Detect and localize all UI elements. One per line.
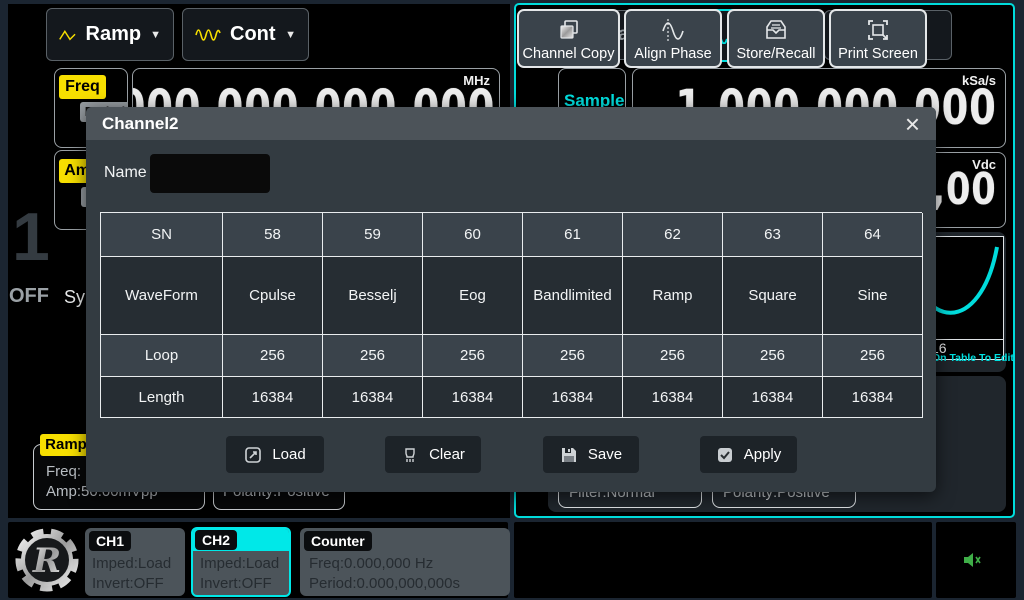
table-cell[interactable]: Eog <box>423 257 523 335</box>
store-recall-icon <box>763 17 789 43</box>
ramp-freq-line: Freq: <box>46 463 81 480</box>
ch2-badge: CH2 <box>195 530 237 550</box>
align-phase-icon <box>659 17 687 43</box>
copy-icon <box>556 17 582 43</box>
chevron-down-icon: ▼ <box>285 29 296 41</box>
apply-label: Apply <box>744 446 782 463</box>
ch1-badge: CH1 <box>89 531 131 551</box>
counter-period: Period:0.000,000,000s <box>309 575 460 592</box>
table-cell[interactable]: 61 <box>523 213 623 257</box>
chevron-down-icon: ▼ <box>150 29 161 41</box>
channel-copy-label: Channel Copy <box>523 46 615 62</box>
table-cell[interactable]: 58 <box>223 213 323 257</box>
clear-label: Clear <box>429 446 465 463</box>
ch2-imped: Imped:Load <box>200 555 279 572</box>
table-cell[interactable]: 256 <box>423 335 523 377</box>
save-label: Save <box>588 446 622 463</box>
table-cell[interactable]: 16384 <box>823 377 923 418</box>
table-cell[interactable]: Bandlimited <box>523 257 623 335</box>
load-label: Load <box>272 446 305 463</box>
table-cell[interactable]: 256 <box>723 335 823 377</box>
ramp-info-badge: Ramp <box>40 434 92 456</box>
gear-logo-icon: R <box>14 527 80 593</box>
table-cell[interactable]: 59 <box>323 213 423 257</box>
table-cell[interactable]: 16384 <box>223 377 323 418</box>
mode-select[interactable]: Cont ▼ <box>182 8 309 61</box>
svg-text:R: R <box>32 541 61 581</box>
channel-state: OFF <box>9 285 49 308</box>
table-cell[interactable]: 64 <box>823 213 923 257</box>
dialog-header[interactable]: Channel2 × <box>86 107 936 140</box>
table-cell[interactable]: 60 <box>423 213 523 257</box>
print-screen-label: Print Screen <box>838 46 918 62</box>
table-cell[interactable]: 256 <box>823 335 923 377</box>
table-cell[interactable]: 63 <box>723 213 823 257</box>
edit-hint: On Table To Edit <box>932 352 1014 364</box>
table-cell[interactable]: Ramp <box>623 257 723 335</box>
load-button[interactable]: Load <box>226 436 324 473</box>
table-cell[interactable]: 256 <box>523 335 623 377</box>
store-recall-label: Store/Recall <box>737 46 816 62</box>
waveform-select[interactable]: Ramp ▼ <box>46 8 174 61</box>
table-cell[interactable]: Cpulse <box>223 257 323 335</box>
table-header: WaveForm <box>101 257 223 335</box>
cont-wave-icon <box>195 26 221 44</box>
print-screen-icon <box>865 17 891 43</box>
freq-badge[interactable]: Freq <box>59 75 106 99</box>
name-label: Name <box>104 164 147 182</box>
buzzer-status[interactable] <box>962 550 986 575</box>
print-screen-button[interactable]: Print Screen <box>829 9 927 68</box>
ch2-status-tab[interactable]: CH2 Imped:Load Invert:OFF <box>191 527 291 597</box>
name-input[interactable] <box>150 154 270 193</box>
ch1-imped: Imped:Load <box>92 555 171 572</box>
brand-logo: R <box>14 527 80 593</box>
counter-badge: Counter <box>304 531 372 551</box>
table-cell[interactable]: 16384 <box>523 377 623 418</box>
table-header: Length <box>101 377 223 418</box>
channel-number: 1 <box>12 198 50 276</box>
table-cell[interactable]: 62 <box>623 213 723 257</box>
table-header: Loop <box>101 335 223 377</box>
counter-freq: Freq:0.000,000 Hz <box>309 555 433 572</box>
sequence-table[interactable]: SN 58 59 60 61 62 63 64 WaveForm Cpulse … <box>100 212 922 418</box>
bottom-mid-section <box>514 522 932 598</box>
save-button[interactable]: Save <box>543 436 639 473</box>
apply-button[interactable]: Apply <box>700 436 797 473</box>
mode-select-label: Cont <box>230 23 276 46</box>
apply-check-icon <box>716 446 734 464</box>
dialog-title: Channel2 <box>102 114 179 134</box>
table-cell[interactable]: 16384 <box>723 377 823 418</box>
table-cell[interactable]: Besselj <box>323 257 423 335</box>
table-cell[interactable]: 256 <box>323 335 423 377</box>
table-cell[interactable]: 256 <box>623 335 723 377</box>
clear-button[interactable]: Clear <box>385 436 481 473</box>
table-cell[interactable]: 256 <box>223 335 323 377</box>
channel-copy-button[interactable]: Channel Copy <box>517 9 620 68</box>
table-cell[interactable]: 16384 <box>323 377 423 418</box>
load-icon <box>244 446 262 464</box>
ramp-wave-icon <box>59 26 77 44</box>
save-floppy-icon <box>560 446 578 464</box>
counter-status-tab[interactable]: Counter Freq:0.000,000 Hz Period:0.000,0… <box>300 528 510 596</box>
table-cell[interactable]: Sine <box>823 257 923 335</box>
table-header: SN <box>101 213 223 257</box>
channel2-dialog: Channel2 × Name SN 58 59 60 61 62 63 64 … <box>86 107 936 492</box>
table-cell[interactable]: 16384 <box>623 377 723 418</box>
speaker-muted-icon <box>962 550 986 570</box>
ch1-invert: Invert:OFF <box>92 575 164 592</box>
store-recall-button[interactable]: Store/Recall <box>727 9 825 68</box>
ch1-status-tab[interactable]: CH1 Imped:Load Invert:OFF <box>85 528 185 596</box>
clear-brush-icon <box>401 446 419 464</box>
align-phase-button[interactable]: Align Phase <box>624 9 722 68</box>
table-cell[interactable]: Square <box>723 257 823 335</box>
table-cell[interactable]: 16384 <box>423 377 523 418</box>
close-icon[interactable]: × <box>905 111 920 137</box>
align-phase-label: Align Phase <box>634 46 711 62</box>
waveform-select-label: Ramp <box>86 23 142 46</box>
ch2-invert: Invert:OFF <box>200 575 272 592</box>
